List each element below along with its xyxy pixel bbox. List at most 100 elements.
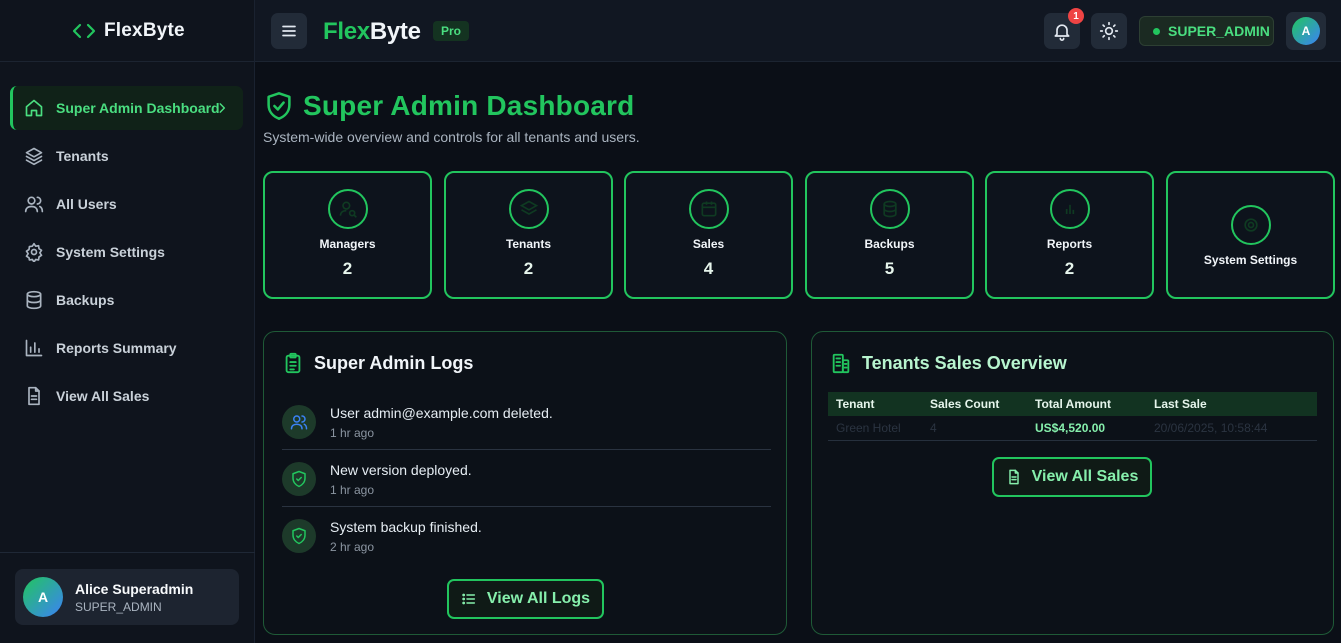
stat-card-reports[interactable]: Reports 2 — [985, 171, 1154, 299]
sidebar-item-label: Backups — [56, 292, 115, 308]
users-icon — [24, 194, 44, 214]
sun-icon — [1099, 21, 1119, 41]
log-time: 2 hr ago — [330, 540, 375, 554]
page-title: Super Admin Dashboard — [303, 90, 635, 121]
log-text: System backup finished. — [330, 519, 482, 535]
sidebar-item-system-settings[interactable]: System Settings — [10, 230, 243, 274]
sidebar-item-label: Tenants — [56, 148, 109, 164]
sidebar-item-label: All Users — [56, 196, 117, 212]
sidebar-item-label: Reports Summary — [56, 340, 177, 356]
stat-label: Reports — [1046, 237, 1093, 251]
column-header[interactable]: Sales Count — [930, 397, 1035, 411]
sidebar-item-view-all-sales[interactable]: View All Sales — [10, 374, 243, 418]
bell-icon — [1052, 21, 1072, 41]
status-dot — [1153, 27, 1160, 35]
column-header[interactable]: Tenant — [828, 397, 930, 411]
sidebar-item-dashboard[interactable]: Super Admin Dashboard — [10, 86, 243, 130]
code-icon — [72, 21, 96, 41]
stat-value: 2 — [342, 259, 353, 278]
button-label: View All Logs — [486, 590, 591, 607]
logo-part-flex: Flex — [323, 18, 370, 45]
super-admin-logs-panel: Super Admin Logs User admin@example.com … — [263, 331, 787, 635]
building-icon — [830, 352, 852, 374]
notification-count-badge: 1 — [1068, 8, 1084, 24]
shield-check-icon — [282, 519, 316, 553]
divider — [282, 506, 771, 507]
sidebar-item-label: View All Sales — [56, 388, 150, 404]
cell-tenant: Green Hotel — [836, 421, 901, 435]
bar-chart-icon — [24, 338, 44, 358]
user-search-icon — [327, 189, 368, 229]
shield-check-icon — [282, 462, 316, 496]
user-card[interactable]: A Alice Superadmin SUPER_ADMIN — [15, 569, 239, 625]
sidebar: FlexByte Super Admin Dashboard Tenants A… — [0, 0, 255, 643]
log-time: 1 hr ago — [330, 426, 375, 440]
top-header: Flex Byte Pro 1 SUPER_ADMIN A — [255, 0, 1341, 62]
sidebar-item-reports-summary[interactable]: Reports Summary — [10, 326, 243, 370]
document-icon — [1006, 469, 1022, 485]
stat-card-system-settings[interactable]: System Settings — [1166, 171, 1335, 299]
users-icon — [282, 405, 316, 439]
layers-icon — [24, 146, 44, 166]
stat-label: System Settings — [1203, 253, 1298, 267]
stat-card-managers[interactable]: Managers 2 — [263, 171, 432, 299]
profile-button[interactable]: A — [1286, 12, 1326, 50]
divider — [282, 449, 771, 450]
tenants-sales-overview-panel: Tenants Sales Overview Tenant Sales Coun… — [811, 331, 1334, 635]
view-all-sales-button[interactable]: View All Sales — [992, 457, 1152, 497]
layers-icon — [508, 189, 549, 229]
home-icon — [24, 98, 44, 118]
cell-last-sale: 20/06/2025, 10:58:44 — [1154, 421, 1268, 435]
chart-icon — [1049, 189, 1090, 229]
stat-card-tenants[interactable]: Tenants 2 — [444, 171, 613, 299]
sales-overview-title: Tenants Sales Overview — [862, 352, 1067, 373]
role-label: SUPER_ADMIN — [1168, 23, 1270, 39]
calendar-icon — [688, 189, 729, 229]
gear-icon — [24, 242, 44, 262]
list-icon — [461, 591, 477, 607]
sidebar-item-label: Super Admin Dashboard — [56, 100, 220, 116]
stat-value: 5 — [884, 259, 895, 278]
theme-toggle-button[interactable] — [1091, 13, 1127, 49]
log-text: User admin@example.com deleted. — [330, 405, 553, 421]
database-icon — [24, 290, 44, 310]
page-title-row: Super Admin Dashboard — [265, 90, 634, 122]
avatar: A — [23, 577, 63, 617]
shield-check-icon — [265, 91, 293, 121]
column-header[interactable]: Total Amount — [1035, 397, 1154, 411]
gear-icon — [1230, 205, 1271, 245]
notifications-button[interactable]: 1 — [1044, 8, 1084, 49]
stat-label: Tenants — [505, 237, 552, 251]
avatar: A — [1292, 17, 1320, 45]
logs-title: Super Admin Logs — [314, 352, 474, 373]
clipboard-list-icon — [282, 352, 304, 374]
stat-label: Backups — [864, 237, 915, 251]
log-text: New version deployed. — [330, 462, 472, 478]
sidebar-brand-name: FlexByte — [104, 19, 185, 41]
user-name: Alice Superadmin — [75, 580, 194, 597]
sidebar-item-all-users[interactable]: All Users — [10, 182, 243, 226]
page-subtitle: System-wide overview and controls for al… — [263, 129, 640, 145]
sidebar-brand[interactable]: FlexByte — [0, 0, 254, 62]
document-icon — [24, 386, 44, 406]
stat-label: Sales — [692, 237, 725, 251]
sidebar-nav: Super Admin Dashboard Tenants All Users … — [10, 86, 243, 422]
stat-card-sales[interactable]: Sales 4 — [624, 171, 793, 299]
stat-value: 2 — [523, 259, 534, 278]
column-header[interactable]: Last Sale — [1154, 397, 1317, 411]
table-header: Tenant Sales Count Total Amount Last Sal… — [828, 392, 1317, 416]
button-label: View All Sales — [1031, 468, 1139, 485]
log-time: 1 hr ago — [330, 483, 375, 497]
stat-label: Managers — [319, 237, 376, 251]
log-item[interactable]: System backup finished. 2 hr ago — [282, 516, 771, 572]
cell-total-amount: US$4,520.00 — [1035, 421, 1106, 435]
sidebar-item-backups[interactable]: Backups — [10, 278, 243, 322]
stat-value: 4 — [703, 259, 714, 278]
table-row[interactable]: Green Hotel 4 US$4,520.00 20/06/2025, 10… — [828, 416, 1317, 441]
menu-toggle-button[interactable] — [271, 13, 307, 49]
stat-card-backups[interactable]: Backups 5 — [805, 171, 974, 299]
view-all-logs-button[interactable]: View All Logs — [447, 579, 604, 619]
sidebar-item-label: System Settings — [56, 244, 165, 260]
header-logo[interactable]: Flex Byte — [323, 18, 421, 46]
sidebar-item-tenants[interactable]: Tenants — [10, 134, 243, 178]
